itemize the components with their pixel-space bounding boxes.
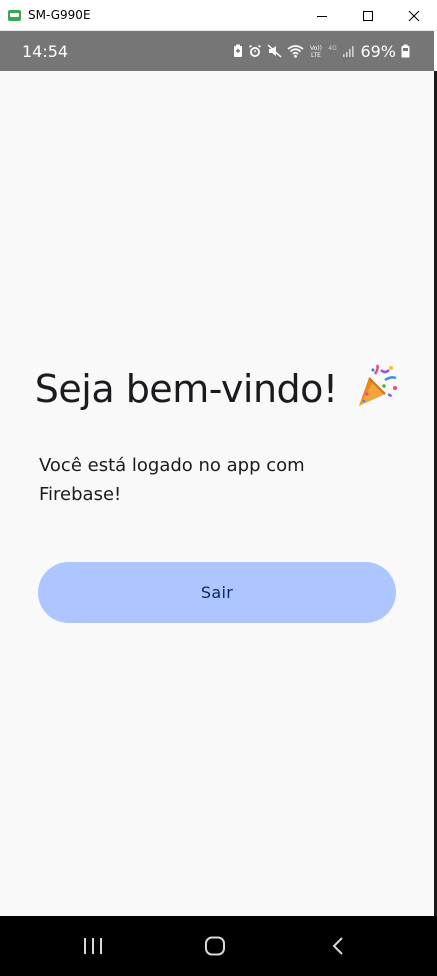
party-popper-icon — [359, 364, 398, 406]
signal-icon — [343, 46, 355, 57]
android-app-icon — [8, 9, 21, 21]
close-icon — [408, 10, 420, 21]
logout-button[interactable]: Sair — [38, 562, 396, 623]
window-title-bar: SM-G990E — [0, 0, 437, 31]
mute-icon — [267, 44, 282, 58]
svg-text:4G: 4G — [329, 45, 338, 52]
status-icons: Vo)) LTE 4G 69% — [233, 42, 410, 61]
wifi-icon — [287, 45, 304, 58]
home-icon — [205, 936, 225, 956]
recents-button[interactable] — [63, 916, 123, 976]
status-bar: 14:54 Vo)) LTE 4G 69% — [0, 31, 434, 71]
close-button[interactable] — [391, 0, 437, 31]
minimize-button[interactable] — [299, 0, 345, 31]
recents-icon — [84, 938, 102, 954]
navigation-bar — [0, 916, 437, 976]
network-4g-icon: 4G — [329, 45, 338, 52]
maximize-icon — [363, 10, 373, 21]
battery-icon — [401, 44, 410, 58]
volte-icon: Vo)) LTE — [310, 45, 322, 58]
svg-text:LTE: LTE — [311, 52, 321, 58]
alarm-icon — [249, 44, 262, 57]
app-screen: Seja bem-vindo! Você está logado no app … — [0, 71, 434, 916]
svg-text:Vo)): Vo)) — [310, 45, 322, 52]
window-title: SM-G990E — [28, 8, 91, 22]
minimize-icon — [317, 15, 327, 17]
welcome-heading: Seja bem-vindo! — [0, 364, 434, 411]
welcome-title: Seja bem-vindo! — [34, 367, 338, 411]
battery-percent: 69% — [360, 41, 396, 61]
maximize-button[interactable] — [345, 0, 391, 31]
home-button[interactable] — [185, 916, 245, 976]
status-clock: 14:54 — [22, 41, 69, 61]
window-controls — [299, 0, 437, 31]
back-icon — [332, 937, 343, 955]
battery-saver-icon — [234, 44, 243, 57]
back-button[interactable] — [308, 916, 368, 976]
logged-in-message: Você está logado no app com Firebase! — [39, 455, 305, 505]
